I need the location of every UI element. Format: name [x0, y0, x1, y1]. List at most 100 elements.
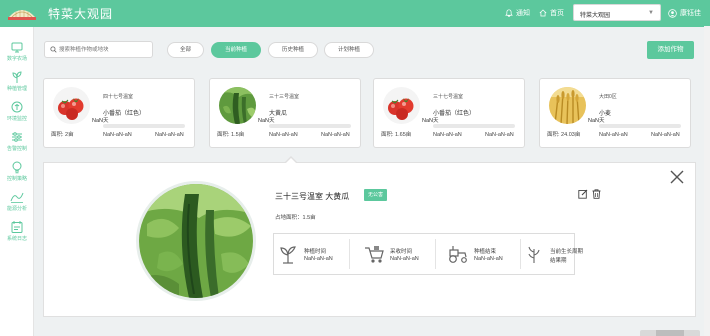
log-icon [11, 221, 23, 233]
top-header: 特菜大观园 通知 首页 特菜大观园 ▼ 康钰佳 [0, 0, 710, 27]
stage-value: NaN-aN-aN [390, 256, 419, 262]
tomato-image [383, 87, 420, 124]
plot-area: 面积: 1.5亩 [217, 132, 245, 138]
environment-icon [11, 101, 23, 113]
sidebar-item-label: 系统日志 [6, 236, 27, 242]
alarm-control-icon [12, 132, 22, 142]
growth-progress-bar [433, 124, 515, 128]
delete-icon[interactable] [592, 189, 601, 199]
stage-value: NaN-aN-aN [474, 256, 503, 262]
sidebar-item-log[interactable]: 系统日志 [0, 216, 34, 246]
greenhouse-logo-icon [8, 10, 36, 20]
end-date: NaN-aN-aN [651, 132, 680, 138]
pagination-active[interactable] [656, 330, 684, 336]
stage-divider [349, 239, 350, 269]
start-date: NaN-aN-aN [433, 132, 462, 138]
edit-icon[interactable] [578, 189, 588, 199]
pagination[interactable] [640, 330, 700, 336]
start-date: NaN-aN-aN [103, 132, 132, 138]
tab-history[interactable]: 历史种植 [268, 42, 318, 58]
stage-label: 当前生长周期 [550, 249, 584, 255]
home-link[interactable]: 首页 [539, 8, 564, 18]
search-icon [50, 46, 57, 53]
sidebar-item-strategy[interactable]: 控制策略 [0, 156, 34, 186]
stage-label: 采收时间 [390, 249, 413, 255]
growth-progress-bar [599, 124, 681, 128]
sidebar-item-label: 数字农场 [6, 56, 27, 62]
sprout-icon [280, 246, 296, 264]
crop-card[interactable]: 四十七号温室 小番茄（红色） NaN天 面积: 2亩 NaN-aN-aN NaN… [43, 78, 195, 148]
greenhouse-name: 大田0区 [599, 94, 617, 100]
stage-planting: 种植时间 NaN-aN-aN [274, 234, 349, 274]
greenhouse-name: 三十七号温室 [433, 94, 464, 100]
close-icon[interactable] [669, 169, 685, 185]
sidebar-item-label: 环境监控 [6, 116, 27, 122]
sidebar-item-energy[interactable]: 能源分析 [0, 186, 34, 216]
notify-label: 通知 [516, 10, 530, 17]
user-menu[interactable]: 康钰佳 [668, 8, 701, 18]
growth-stages: 种植时间 NaN-aN-aN 采收时间 NaN-aN-aN 种植结束 NaN-a… [273, 233, 583, 275]
home-icon [539, 9, 547, 17]
home-label: 首页 [550, 10, 564, 17]
user-avatar-icon [668, 8, 677, 18]
growth-days: NaN天 [422, 118, 439, 124]
sidebar-item-label: 控制策略 [6, 176, 27, 182]
search-input[interactable] [59, 44, 149, 56]
tomato-image [53, 87, 90, 124]
stage-end: 种植结束 NaN-aN-aN [444, 234, 519, 274]
tab-all[interactable]: 全部 [167, 42, 204, 58]
notify-button[interactable]: 通知 [505, 8, 530, 18]
sidebar: 数字农场 种植管理 环境监控 告警控制 控制策略 能源分析 系统日志 [0, 27, 34, 336]
greenhouse-name: 三十三号温室 [269, 94, 300, 100]
stage-divider [435, 239, 436, 269]
garden-select[interactable]: 特菜大观园 ▼ [573, 4, 661, 21]
growth-progress-bar [269, 124, 351, 128]
sidebar-item-environment[interactable]: 环境监控 [0, 96, 34, 126]
crop-card[interactable]: 三十七号温室 小番茄（红色） NaN天 面积: 1.65亩 NaN-aN-aN … [373, 78, 525, 148]
greenhouse-name: 四十七号温室 [103, 94, 134, 100]
sidebar-item-farm[interactable]: 数字农场 [0, 36, 34, 66]
app-title: 特菜大观园 [48, 7, 114, 21]
planting-icon [12, 71, 22, 83]
tab-current[interactable]: 当前种植 [211, 42, 261, 58]
stage-value: 结果期 [550, 258, 567, 264]
detail-title: 三十三号温室 大黄瓜 [275, 192, 350, 201]
start-date: NaN-aN-aN [599, 132, 628, 138]
stage-value: NaN-aN-aN [304, 256, 333, 262]
strategy-icon [12, 161, 22, 174]
end-date: NaN-aN-aN [485, 132, 514, 138]
stage-label: 种植时间 [304, 249, 327, 255]
user-name: 康钰佳 [680, 10, 701, 17]
farm-icon [11, 42, 23, 53]
stage-growth-cycle: 当前生长周期 结果期 [520, 234, 583, 274]
plot-area: 面积: 24.03亩 [547, 132, 581, 138]
cucumber-image [219, 87, 256, 124]
plot-area: 面积: 1.65亩 [381, 132, 412, 138]
search-box [44, 41, 153, 58]
crop-photo [136, 181, 256, 301]
tab-planned[interactable]: 计划种植 [324, 42, 374, 58]
sidebar-item-label: 种植管理 [6, 86, 27, 92]
sidebar-item-alarm-control[interactable]: 告警控制 [0, 126, 34, 156]
crop-card[interactable]: 大田0区 小麦 NaN天 面积: 24.03亩 NaN-aN-aN NaN-aN… [539, 78, 691, 148]
growth-cycle-icon [528, 246, 540, 263]
detail-area: 占地面积：1.5亩 [275, 215, 316, 221]
crop-name: 小番茄（红色） [433, 111, 476, 117]
crop-name: 小番茄（红色） [103, 111, 146, 117]
growth-days: NaN天 [92, 118, 109, 124]
harvest-cart-icon [365, 246, 384, 263]
add-crop-button[interactable]: 添加作物 [647, 41, 694, 59]
sidebar-item-planting[interactable]: 种植管理 [0, 66, 34, 96]
status-badge: 无公害 [364, 189, 388, 201]
sidebar-item-label: 告警控制 [6, 146, 27, 152]
detail-pointer-fill [286, 157, 296, 163]
energy-icon [10, 192, 24, 203]
plot-area: 面积: 2亩 [51, 132, 74, 138]
growth-progress-bar [103, 124, 185, 128]
wheat-image [549, 87, 586, 124]
end-date: NaN-aN-aN [321, 132, 350, 138]
stage-harvest: 采收时间 NaN-aN-aN [360, 234, 435, 274]
sidebar-item-label: 能源分析 [6, 206, 27, 212]
crop-card[interactable]: 三十三号温室 大黄瓜 NaN天 面积: 1.5亩 NaN-aN-aN NaN-a… [209, 78, 361, 148]
vertical-scrollbar[interactable] [704, 26, 710, 336]
